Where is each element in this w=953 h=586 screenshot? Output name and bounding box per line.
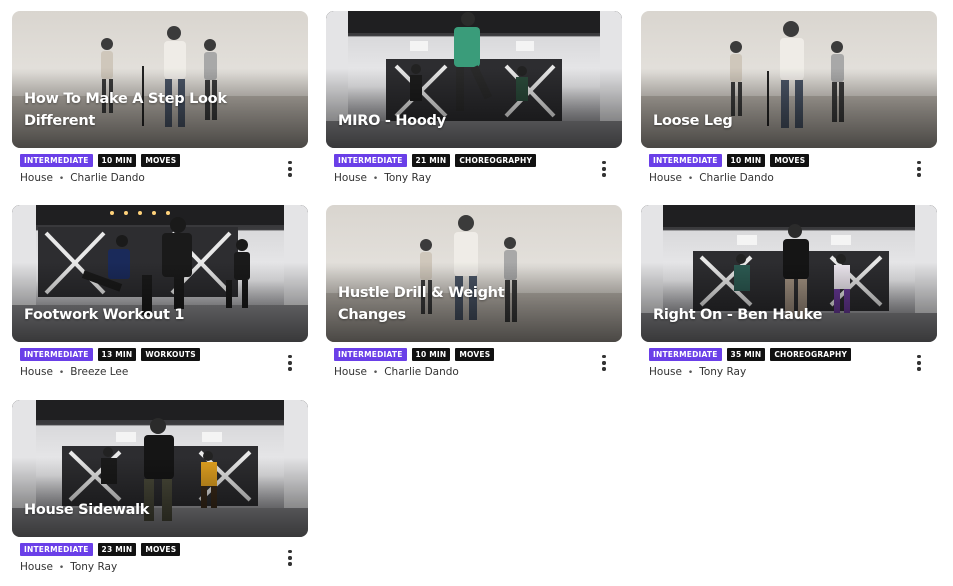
- category-badge: MOVES: [141, 543, 181, 556]
- dance-style: House: [649, 366, 682, 378]
- dance-style: House: [20, 366, 53, 378]
- class-thumbnail[interactable]: Hustle Drill & Weight Changes: [326, 205, 622, 342]
- more-vertical-icon[interactable]: [599, 161, 609, 181]
- category-badge: CHOREOGRAPHY: [770, 348, 852, 361]
- separator-dot: •: [687, 174, 694, 184]
- category-badge: MOVES: [455, 348, 495, 361]
- category-badge: MOVES: [141, 154, 181, 167]
- class-card[interactable]: MIRO - Hoody INTERMEDIATE 21 MIN CHOREOG…: [326, 11, 622, 191]
- dance-style: House: [20, 561, 53, 573]
- class-title: Right On - Ben Hauke: [653, 307, 823, 323]
- more-vertical-icon[interactable]: [914, 355, 924, 375]
- instructor-name[interactable]: Breeze Lee: [70, 366, 128, 378]
- more-vertical-icon[interactable]: [914, 161, 924, 181]
- class-thumbnail[interactable]: House Sidewalk: [12, 400, 308, 537]
- instructor-name[interactable]: Tony Ray: [699, 366, 746, 378]
- level-badge: INTERMEDIATE: [20, 348, 93, 361]
- dance-style: House: [334, 172, 367, 184]
- duration-badge: 35 MIN: [726, 348, 766, 361]
- class-card[interactable]: Loose Leg INTERMEDIATE 10 MIN MOVES Hous…: [641, 11, 937, 191]
- class-thumbnail[interactable]: Right On - Ben Hauke: [641, 205, 937, 342]
- class-card[interactable]: How To Make A Step Look Different INTERM…: [12, 11, 308, 191]
- thumbnail-overlay: [641, 68, 937, 148]
- level-badge: INTERMEDIATE: [649, 154, 722, 167]
- duration-badge: 10 MIN: [726, 154, 766, 167]
- more-vertical-icon[interactable]: [599, 355, 609, 375]
- duration-badge: 23 MIN: [97, 543, 137, 556]
- category-badge: CHOREOGRAPHY: [455, 154, 537, 167]
- class-card[interactable]: House Sidewalk INTERMEDIATE 23 MIN MOVES…: [12, 400, 308, 580]
- instructor-name[interactable]: Charlie Dando: [699, 172, 774, 184]
- class-meta: House • Tony Ray: [649, 366, 746, 378]
- duration-badge: 13 MIN: [97, 348, 137, 361]
- class-meta: House • Tony Ray: [20, 561, 117, 573]
- class-title: Hustle Drill & Weight Changes: [338, 285, 505, 323]
- badge-row: INTERMEDIATE 10 MIN MOVES: [334, 348, 495, 361]
- badge-row: INTERMEDIATE 21 MIN CHOREOGRAPHY: [334, 154, 537, 167]
- separator-dot: •: [58, 563, 65, 573]
- class-meta: House • Charlie Dando: [649, 172, 774, 184]
- thumbnail-overlay: [12, 262, 308, 342]
- class-grid: How To Make A Step Look Different INTERM…: [0, 0, 953, 586]
- badge-row: INTERMEDIATE 10 MIN MOVES: [20, 154, 181, 167]
- class-thumbnail[interactable]: MIRO - Hoody: [326, 11, 622, 148]
- class-thumbnail[interactable]: How To Make A Step Look Different: [12, 11, 308, 148]
- duration-badge: 10 MIN: [97, 154, 137, 167]
- instructor-name[interactable]: Charlie Dando: [384, 366, 459, 378]
- class-card[interactable]: Hustle Drill & Weight Changes INTERMEDIA…: [326, 205, 622, 385]
- instructor-name[interactable]: Tony Ray: [70, 561, 117, 573]
- class-thumbnail[interactable]: Footwork Workout 1: [12, 205, 308, 342]
- badge-row: INTERMEDIATE 10 MIN MOVES: [649, 154, 810, 167]
- dance-style: House: [649, 172, 682, 184]
- class-meta: House • Tony Ray: [334, 172, 431, 184]
- separator-dot: •: [58, 174, 65, 184]
- class-thumbnail[interactable]: Loose Leg: [641, 11, 937, 148]
- badge-row: INTERMEDIATE 35 MIN CHOREOGRAPHY: [649, 348, 852, 361]
- thumbnail-overlay: [326, 68, 622, 148]
- more-vertical-icon[interactable]: [285, 161, 295, 181]
- class-meta: House • Charlie Dando: [20, 172, 145, 184]
- badge-row: INTERMEDIATE 23 MIN MOVES: [20, 543, 181, 556]
- duration-badge: 10 MIN: [411, 348, 451, 361]
- class-title: House Sidewalk: [24, 502, 150, 518]
- duration-badge: 21 MIN: [411, 154, 451, 167]
- level-badge: INTERMEDIATE: [20, 154, 93, 167]
- separator-dot: •: [372, 368, 379, 378]
- class-title: How To Make A Step Look Different: [24, 91, 227, 129]
- separator-dot: •: [58, 368, 65, 378]
- class-title: MIRO - Hoody: [338, 113, 446, 129]
- more-vertical-icon[interactable]: [285, 550, 295, 570]
- separator-dot: •: [372, 174, 379, 184]
- level-badge: INTERMEDIATE: [20, 543, 93, 556]
- dance-style: House: [334, 366, 367, 378]
- level-badge: INTERMEDIATE: [649, 348, 722, 361]
- dance-style: House: [20, 172, 53, 184]
- class-card[interactable]: Footwork Workout 1 INTERMEDIATE 13 MIN W…: [12, 205, 308, 385]
- level-badge: INTERMEDIATE: [334, 348, 407, 361]
- level-badge: INTERMEDIATE: [334, 154, 407, 167]
- class-meta: House • Charlie Dando: [334, 366, 459, 378]
- category-badge: MOVES: [770, 154, 810, 167]
- class-title: Footwork Workout 1: [24, 307, 185, 323]
- class-title: Loose Leg: [653, 113, 733, 129]
- instructor-name[interactable]: Tony Ray: [384, 172, 431, 184]
- class-meta: House • Breeze Lee: [20, 366, 128, 378]
- instructor-name[interactable]: Charlie Dando: [70, 172, 145, 184]
- class-card[interactable]: Right On - Ben Hauke INTERMEDIATE 35 MIN…: [641, 205, 937, 385]
- more-vertical-icon[interactable]: [285, 355, 295, 375]
- category-badge: WORKOUTS: [141, 348, 200, 361]
- thumbnail-overlay: [641, 262, 937, 342]
- thumbnail-overlay: [12, 457, 308, 537]
- badge-row: INTERMEDIATE 13 MIN WORKOUTS: [20, 348, 200, 361]
- separator-dot: •: [687, 368, 694, 378]
